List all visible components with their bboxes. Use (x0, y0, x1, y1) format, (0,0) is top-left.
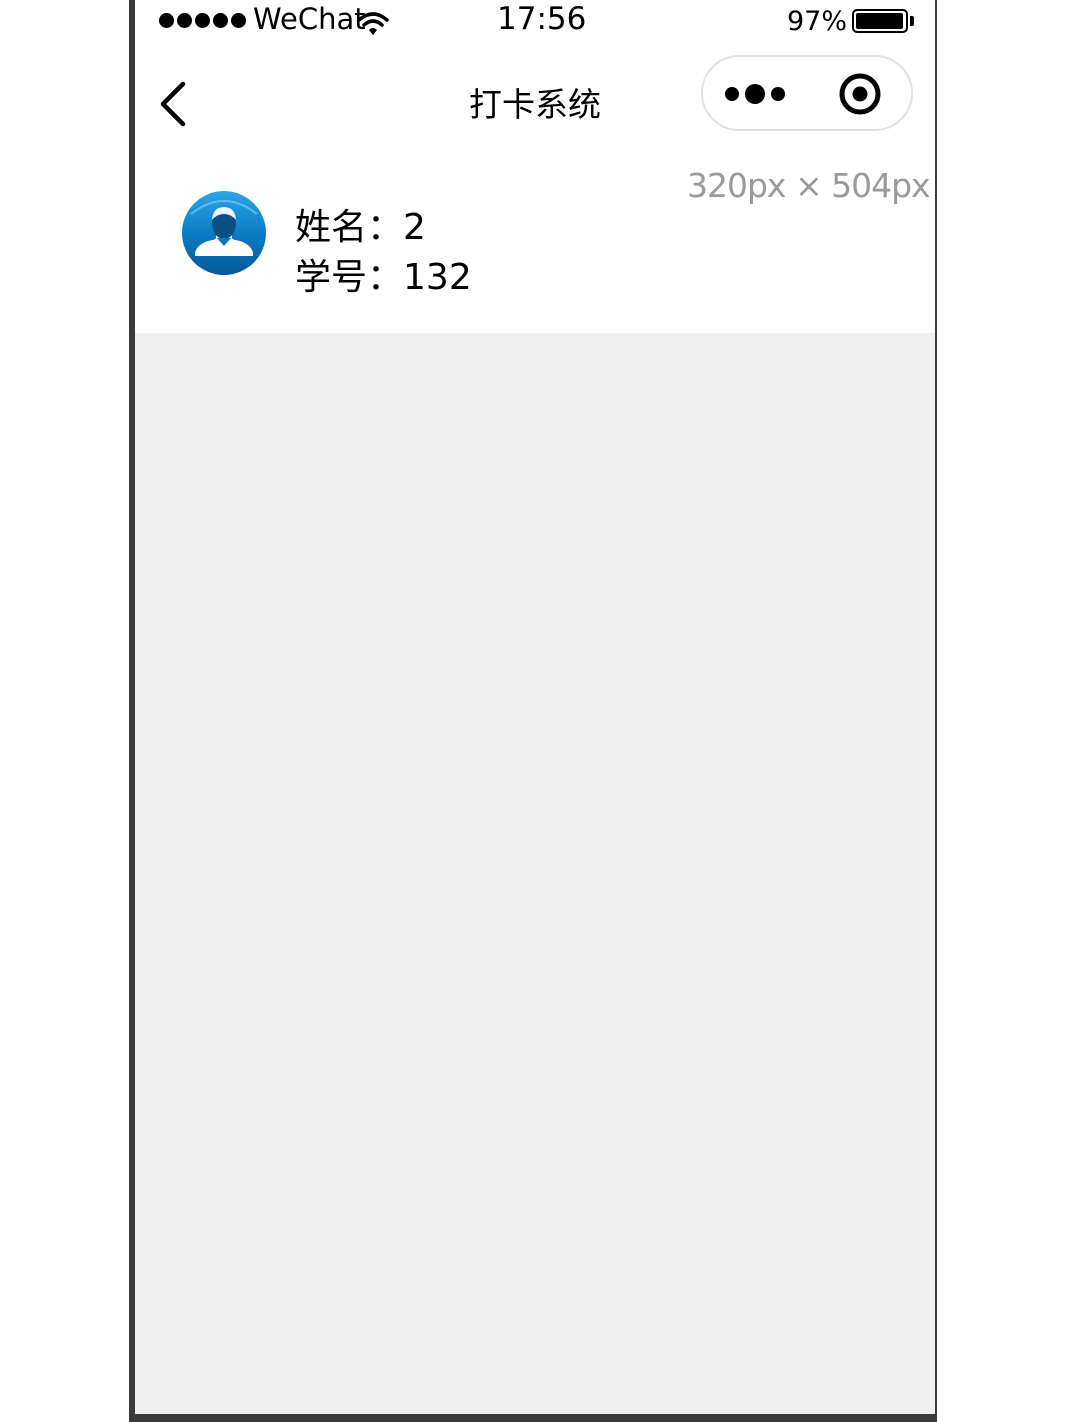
student-id-label: 学号： (295, 257, 404, 298)
target-circle-icon[interactable] (831, 65, 889, 123)
battery-fill (856, 13, 903, 29)
student-name-row: 姓名：2 (295, 198, 426, 250)
student-id-row: 学号：132 (295, 248, 472, 300)
student-id-value: 132 (403, 257, 472, 298)
signal-strength-icon (159, 13, 246, 28)
phone-frame: WeChat 17:56 97% 打卡系统 320px × 504px 姓名：2… (129, 0, 937, 1422)
more-dots-icon[interactable] (719, 67, 795, 121)
carrier-name: WeChat (253, 2, 366, 36)
mini-program-capsule (701, 55, 913, 131)
battery-icon (852, 9, 908, 33)
battery-percent: 97% (787, 6, 848, 37)
name-label: 姓名： (295, 207, 404, 248)
status-time: 17:56 (497, 1, 587, 37)
battery-tip (910, 16, 914, 26)
status-bar: WeChat 17:56 97% (135, 0, 935, 44)
viewport-size-label: 320px × 504px (687, 166, 931, 205)
header-area: WeChat 17:56 97% 打卡系统 320px × 504px 姓名：2… (135, 0, 935, 333)
user-avatar-icon (182, 191, 266, 275)
name-value: 2 (403, 207, 426, 248)
wifi-icon (357, 12, 389, 35)
